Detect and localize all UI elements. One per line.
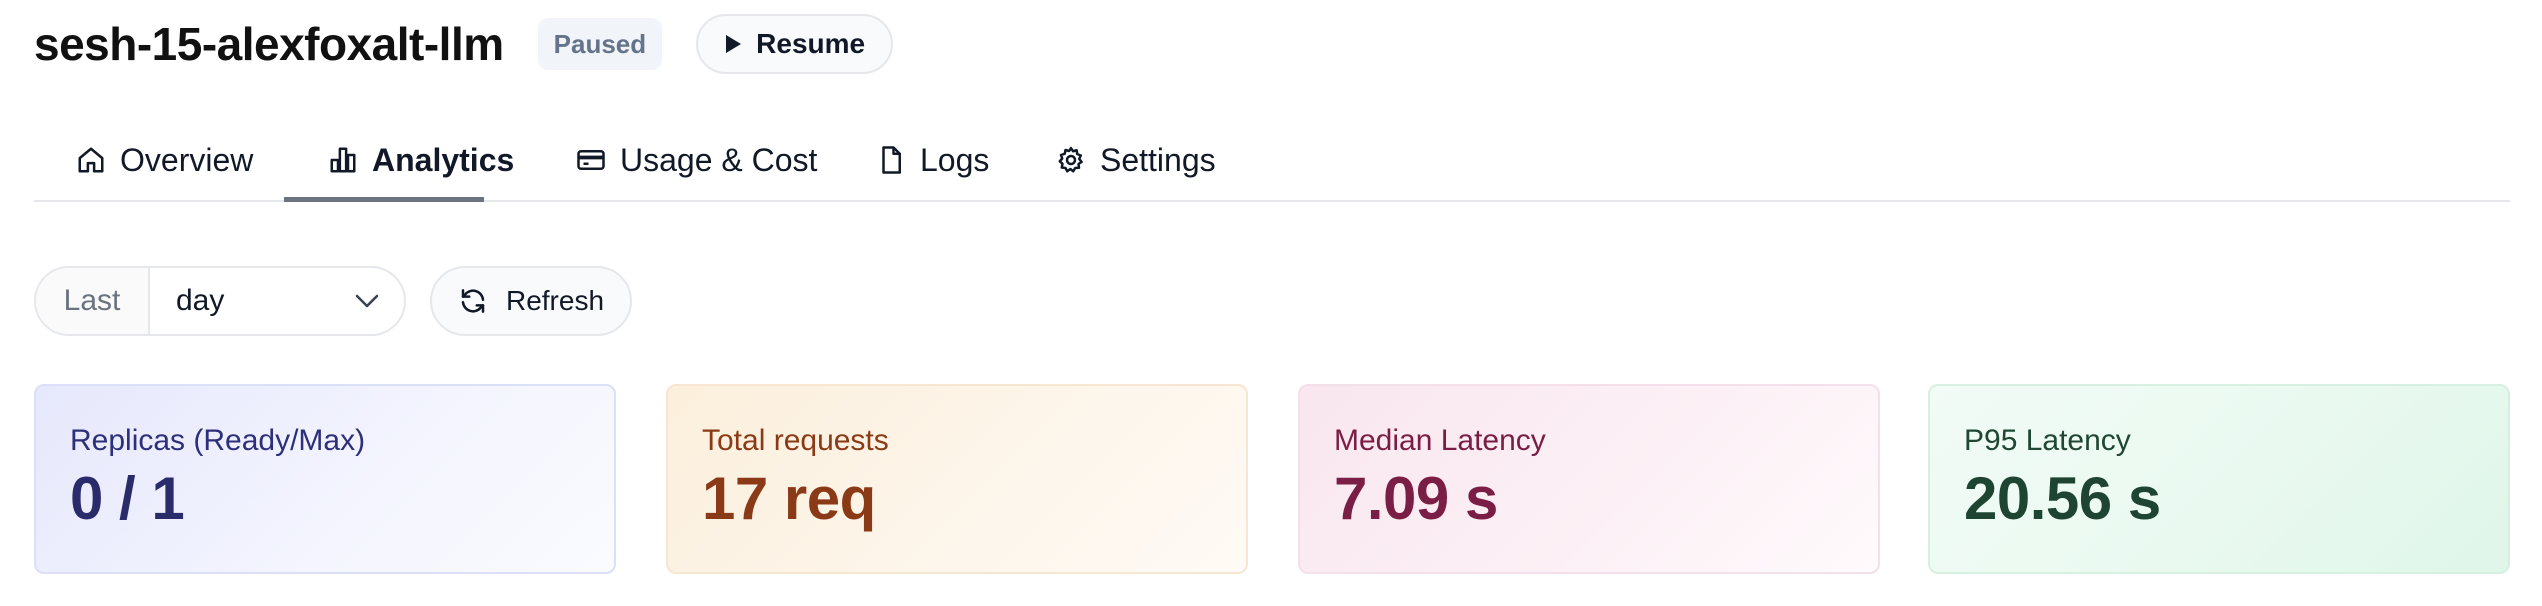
stat-value: 17 req [702,465,876,532]
stat-label: Total requests [702,424,889,457]
stat-label: P95 Latency [1964,424,2131,457]
time-range-picker: Last day [34,266,406,336]
page-header: sesh-15-alexfoxalt-llm Paused Resume [34,14,894,74]
tab-logs[interactable]: Logs [876,118,989,202]
tab-label: Logs [920,141,990,178]
stat-card-replicas: Replicas (Ready/Max) 0 / 1 [34,384,616,574]
tab-label: Overview [120,141,254,178]
refresh-button[interactable]: Refresh [430,266,632,336]
chevron-down-icon [355,294,379,308]
tab-analytics[interactable]: Analytics [328,118,514,202]
stat-label: Replicas (Ready/Max) [70,424,366,457]
stat-label: Median Latency [1334,424,1546,457]
credit-card-icon [577,150,605,170]
bar-chart-icon [330,147,356,173]
analytics-controls: Last day Refresh [34,266,632,336]
resume-button[interactable]: Resume [696,14,894,74]
tab-bar: Overview Analytics Usage & Cost Logs Set… [34,118,2510,202]
refresh-icon [461,289,485,313]
home-icon [78,147,104,173]
tab-usage-cost[interactable]: Usage & Cost [576,118,817,202]
stat-card-total-requests: Total requests 17 req [666,384,1248,574]
active-tab-indicator [284,197,484,202]
stat-value: 7.09 s [1334,465,1498,532]
time-range-value: day [176,284,225,317]
tab-label: Settings [1100,141,1216,178]
stat-card-median-latency: Median Latency 7.09 s [1298,384,1880,574]
file-icon [882,146,901,174]
stat-card-p95-latency: P95 Latency 20.56 s [1928,384,2510,574]
gear-icon [1058,146,1083,173]
stat-value: 20.56 s [1964,465,2161,532]
tab-label: Usage & Cost [620,141,818,178]
tab-label: Analytics [372,141,515,178]
resume-button-label: Resume [756,28,866,59]
refresh-button-label: Refresh [505,285,605,316]
play-icon [726,35,742,53]
stat-value: 0 / 1 [70,465,185,532]
time-range-prefix: Last [36,268,150,334]
page-title: sesh-15-alexfoxalt-llm [34,18,504,70]
tab-overview[interactable]: Overview [76,118,253,202]
tab-settings[interactable]: Settings [1056,118,1216,202]
status-badge: Paused [537,18,663,70]
time-range-select[interactable]: day [150,268,404,334]
stats-cards: Replicas (Ready/Max) 0 / 1 Total request… [34,384,2510,574]
